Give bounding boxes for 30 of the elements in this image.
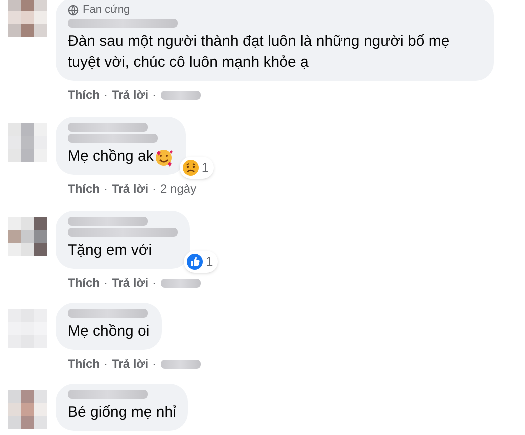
comment-text: Đàn sau một người thành đạt luôn là những người bố mẹ tuyệt vời, chúc cô luôn mạnh khỏe ạ (68, 32, 451, 73)
globe-icon (68, 4, 79, 16)
separator-dot: · (152, 356, 157, 373)
comment-text: Mẹ chồng oi (68, 322, 150, 342)
reply-link[interactable]: Trả lời (112, 274, 149, 292)
reply-link[interactable]: Trả lời (112, 86, 149, 104)
separator-dot: · (104, 181, 108, 198)
separator-dot: · (104, 87, 108, 104)
reaction-count: 1 (206, 253, 214, 272)
blurred-time (160, 90, 201, 100)
blurred-time (160, 278, 201, 288)
comment-text: Tặng em với (68, 241, 152, 261)
like-link[interactable]: Thích (68, 180, 100, 198)
comment-text: Bé giống mẹ nhỉ (68, 403, 176, 423)
like-link[interactable]: Thích (68, 86, 100, 104)
blurred-time (160, 360, 201, 368)
like-link[interactable]: Thích (68, 355, 100, 373)
separator-dot: · (152, 87, 157, 104)
separator-dot: · (104, 356, 108, 373)
badge-label: Fan cứng (83, 4, 130, 16)
reaction-count: 1 (202, 159, 210, 178)
like-link[interactable]: Thích (68, 274, 100, 292)
reply-link[interactable]: Trả lời (112, 355, 149, 373)
separator-dot: · (152, 181, 157, 198)
separator-dot: · (152, 275, 157, 292)
separator-dot: · (104, 275, 108, 292)
comment-time: 2 ngày (160, 181, 197, 198)
reply-link[interactable]: Trả lời (112, 180, 149, 198)
sad-face-icon (182, 159, 200, 177)
comment-text: Mẹ chồng ak (68, 147, 154, 167)
